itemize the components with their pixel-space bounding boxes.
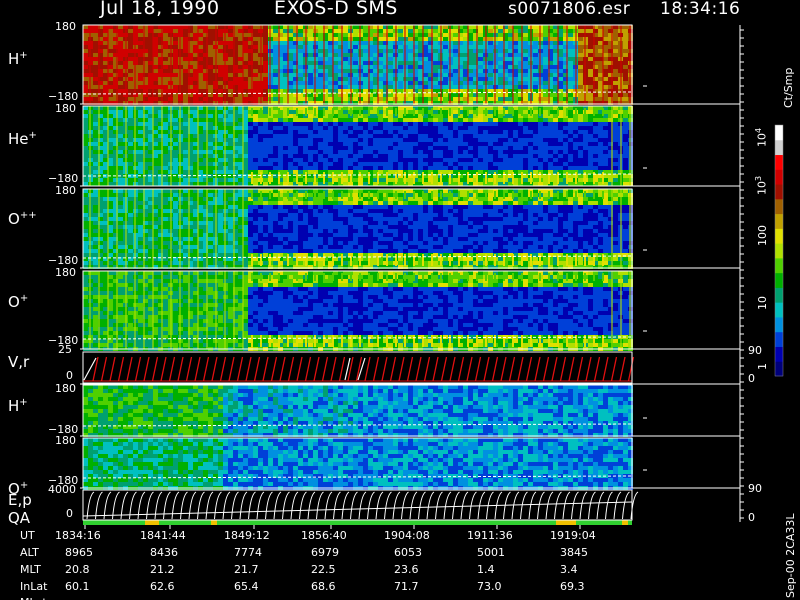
ep-ytick-bottom: 0 <box>66 507 73 520</box>
eph-cell-2-0: 1849:12 <box>224 529 270 542</box>
qa-label: QA <box>8 509 31 527</box>
plot-canvas <box>80 24 784 529</box>
ytick-top-h-plus-2: 180 <box>55 382 76 395</box>
eph-cell-4-1: 6053 <box>394 546 422 559</box>
eph-cell-0-0: 1834:16 <box>55 529 101 542</box>
eph-cell-1-2: 21.2 <box>150 563 175 576</box>
colorbar-seg-7 <box>775 257 783 274</box>
eph-cell-6-3: 69.3 <box>560 580 585 593</box>
eph-cell-1-3: 62.6 <box>150 580 175 593</box>
eph-cell-3-2: 22.5 <box>311 563 336 576</box>
eph-cell-2-3: 65.4 <box>234 580 259 593</box>
eph-cell-3-1: 6979 <box>311 546 339 559</box>
eph-label-alt: ALT <box>20 546 39 559</box>
colorbar-seg-12 <box>775 184 783 200</box>
colorbar-seg-15 <box>775 139 783 156</box>
qa-flag-0 <box>145 520 159 525</box>
eph-cell-3-0: 1856:40 <box>301 529 347 542</box>
vr-ytick-bottom: 0 <box>66 369 73 382</box>
side-label: Sep-00 2CA33L <box>784 513 797 598</box>
eph-label-ut: UT <box>20 529 35 542</box>
qa-flag-3 <box>622 520 628 525</box>
spectrogram-figure: Jul 18, 1990 EXOS-D SMS s0071806.esr 18:… <box>0 0 800 600</box>
qa-flag-1 <box>211 520 217 525</box>
eph-cell-4-0: 1904:08 <box>384 529 430 542</box>
vr-ytick-top: 25 <box>58 343 72 356</box>
vr-label: V,r <box>8 353 30 371</box>
eph-label-mlt: MLT <box>20 563 41 576</box>
colorbar-seg-10 <box>775 213 783 229</box>
eph-cell-5-1: 5001 <box>477 546 505 559</box>
eph-cell-1-0: 1841:44 <box>140 529 186 542</box>
colorbar-seg-9 <box>775 228 783 244</box>
colorbar-seg-2 <box>775 331 783 347</box>
panel-label-o-plus: O+ <box>8 293 29 311</box>
colorbar-seg-3 <box>775 316 783 333</box>
eph-cell-5-3: 73.0 <box>477 580 502 593</box>
colorbar-seg-14 <box>775 154 783 170</box>
ytick-top-o-plus-2: 180 <box>55 434 76 447</box>
ytick-top-o-plusplus: 180 <box>55 184 76 197</box>
eph-cell-4-2: 23.6 <box>394 563 419 576</box>
ytick-top-he-plus: 180 <box>55 102 76 115</box>
ep-rtick-bottom: 0 <box>748 511 755 524</box>
eph-cell-3-3: 68.6 <box>311 580 336 593</box>
eph-cell-6-1: 3845 <box>560 546 588 559</box>
eph-cell-2-2: 21.7 <box>234 563 259 576</box>
panel-label-o-plusplus: O++ <box>8 210 37 228</box>
panel-label-h-plus-2: H+ <box>8 397 28 415</box>
colorbar-seg-0 <box>775 361 783 377</box>
eph-cell-0-1: 8965 <box>65 546 93 559</box>
qa-bar <box>83 520 632 525</box>
colorbar-seg-16 <box>775 125 783 141</box>
colorbar-seg-1 <box>775 346 783 362</box>
eph-cell-2-1: 7774 <box>234 546 262 559</box>
panel-label-he-plus: He+ <box>8 130 37 148</box>
colorbar-seg-13 <box>775 169 783 185</box>
eph-cell-6-0: 1919:04 <box>550 529 596 542</box>
eph-cell-5-2: 1.4 <box>477 563 495 576</box>
eph-label-mlat: MLat <box>20 596 47 600</box>
panel-label-h-plus: H+ <box>8 50 28 68</box>
colorbar-label-2: 100 <box>756 225 769 246</box>
colorbar-label-1: 10 <box>756 296 769 310</box>
colorbar-seg-8 <box>775 243 783 259</box>
eph-cell-0-3: 60.1 <box>65 580 90 593</box>
colorbar-seg-5 <box>775 287 783 303</box>
ytick-top-h-plus: 180 <box>55 20 76 33</box>
eph-cell-5-0: 1911:36 <box>467 529 513 542</box>
colorbar-unit: Ct/Smp <box>782 67 795 108</box>
ep-ytick-top: 4000 <box>48 483 76 496</box>
eph-label-inlat: InLat <box>20 580 48 593</box>
eph-cell-4-3: 71.7 <box>394 580 419 593</box>
ytick-top-o-plus: 180 <box>55 266 76 279</box>
eph-cell-6-2: 3.4 <box>560 563 578 576</box>
colorbar-seg-6 <box>775 272 783 288</box>
colorbar-seg-4 <box>775 302 783 318</box>
colorbar-label-4: 104 <box>754 127 769 147</box>
colorbar-seg-11 <box>775 198 783 215</box>
colorbar-label-3: 103 <box>754 175 769 195</box>
ep-label: E,p <box>8 491 32 509</box>
ep-rtick-top: 90 <box>748 482 762 495</box>
colorbar-label-0: 1 <box>756 363 769 370</box>
vr-rtick-bottom: 0 <box>748 372 755 385</box>
vr-rtick-top: 90 <box>748 344 762 357</box>
eph-cell-1-1: 8436 <box>150 546 178 559</box>
eph-cell-0-2: 20.8 <box>65 563 90 576</box>
qa-flag-2 <box>556 520 576 525</box>
